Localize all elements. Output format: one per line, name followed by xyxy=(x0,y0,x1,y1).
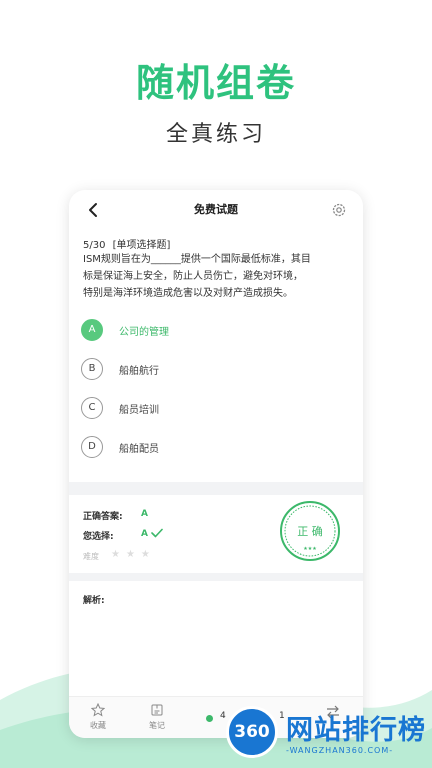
svg-text:★★★: ★★★ xyxy=(303,546,317,552)
option-letter: A xyxy=(81,319,103,341)
watermark-url: -WANGZHAN360.COM- xyxy=(286,746,394,755)
question-line: 标是保证海上安全，防止人员伤亡，避免对环境， xyxy=(83,271,303,282)
difficulty-label: 难度 xyxy=(83,552,99,561)
favorite-label: 收藏 xyxy=(90,721,106,730)
check-icon xyxy=(151,528,163,538)
option-d[interactable]: D 船舶配员 xyxy=(81,435,351,461)
phone-screen: 免费试题 5/30 [单项选择题] ISM规则旨在为______提供一个国际最低… xyxy=(69,190,363,738)
gear-icon[interactable] xyxy=(331,202,347,218)
your-answer-label: 您选择: xyxy=(83,532,114,542)
your-answer-value: A xyxy=(141,529,148,539)
question-type: [单项选择题] xyxy=(112,240,171,251)
question-line: 特别是海洋环境造成危害以及对财产造成损失。 xyxy=(83,288,293,299)
difficulty-stars: ★★★ xyxy=(111,549,156,560)
analysis-label: 解析: xyxy=(83,596,105,606)
question-text: ISM规则旨在为______提供一个国际最低标准，其目 标是保证海上安全，防止人… xyxy=(83,251,351,302)
option-text: 船舶配员 xyxy=(119,444,159,455)
watermark-name: 网站排行榜 xyxy=(286,715,426,746)
answer-card: 正确答案: A 您选择: A 难度 ★★★ 正 确 ★★★ xyxy=(69,495,363,573)
question-line: ISM规则旨在为______提供一个国际最低标准，其目 xyxy=(83,254,311,265)
option-letter: D xyxy=(81,436,103,458)
note-label: 笔记 xyxy=(149,721,165,730)
hero-title: 随机组卷 xyxy=(135,61,296,105)
question-card: 5/30 [单项选择题] ISM规则旨在为______提供一个国际最低标准，其目… xyxy=(69,230,363,482)
option-letter: C xyxy=(81,397,103,419)
star-icon xyxy=(91,703,105,717)
option-b[interactable]: B 船舶航行 xyxy=(81,357,351,383)
correct-count: 4 xyxy=(220,711,226,721)
watermark-logo: 360 xyxy=(226,706,278,758)
page-title: 免费试题 xyxy=(194,203,238,216)
note-icon xyxy=(151,704,163,716)
analysis-card: 解析: xyxy=(69,581,363,696)
correct-count-dot xyxy=(206,715,213,722)
correct-stamp: 正 确 ★★★ xyxy=(280,501,340,561)
option-text: 船舶航行 xyxy=(119,366,159,377)
question-meta: 5/30 [单项选择题] xyxy=(83,236,170,251)
option-letter: B xyxy=(81,358,103,380)
site-watermark: 360 网站排行榜 -WANGZHAN360.COM- xyxy=(226,702,432,768)
hero-subtitle: 全真练习 xyxy=(165,122,266,147)
favorite-button[interactable]: 收藏 xyxy=(78,703,118,731)
question-progress: 5/30 xyxy=(83,240,106,251)
correct-answer-value: A xyxy=(141,509,148,519)
option-c[interactable]: C 船员培训 xyxy=(81,396,351,422)
top-bar: 免费试题 xyxy=(69,190,363,230)
option-text: 船员培训 xyxy=(119,405,159,416)
stamp-label: 正 确 xyxy=(297,525,323,538)
correct-answer-label: 正确答案: xyxy=(83,512,123,522)
option-a[interactable]: A 公司的管理 xyxy=(81,318,351,344)
option-text: 公司的管理 xyxy=(119,327,169,338)
note-button[interactable]: 笔记 xyxy=(137,703,177,731)
